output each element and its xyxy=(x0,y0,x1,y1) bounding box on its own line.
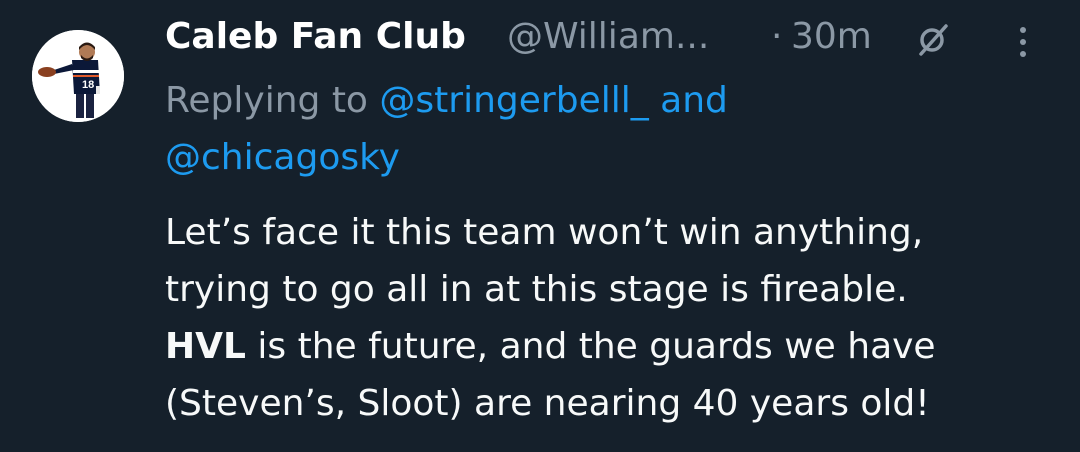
user-handle[interactable]: @William... xyxy=(507,12,709,62)
mention-link[interactable]: @stringerbelll_ xyxy=(379,80,648,121)
reply-prefix: Replying to xyxy=(165,80,368,121)
reply-context: Replying to @stringerbelll_ and @chicago… xyxy=(165,72,1045,186)
tweet-text-line: (Steven’s, Sloot) are nearing 40 years o… xyxy=(165,383,930,424)
display-name[interactable]: Caleb Fan Club xyxy=(165,12,466,62)
grok-icon[interactable] xyxy=(912,20,952,60)
separator-dot: · xyxy=(771,16,783,57)
mention-link[interactable]: @chicagosky xyxy=(165,137,400,178)
tweet[interactable]: 18 Caleb Fan Club @William... · 30m Repl… xyxy=(0,0,1080,452)
reply-joiner[interactable]: and xyxy=(660,80,728,121)
avatar[interactable]: 18 xyxy=(32,30,124,122)
tweet-header: Caleb Fan Club @William... · 30m xyxy=(165,12,1065,62)
timestamp[interactable]: 30m xyxy=(791,12,872,62)
avatar-image: 18 xyxy=(32,30,124,122)
svg-text:18: 18 xyxy=(82,79,94,91)
tweet-text-line: trying to go all in at this stage is fir… xyxy=(165,269,908,310)
tweet-text-bold: HVL xyxy=(165,326,246,367)
tweet-text: Let’s face it this team won’t win anythi… xyxy=(165,204,1055,432)
tweet-text-line: is the future, and the guards we have xyxy=(245,326,936,367)
more-options-icon[interactable] xyxy=(1016,24,1030,60)
tweet-text-line: Let’s face it this team won’t win anythi… xyxy=(165,212,924,253)
